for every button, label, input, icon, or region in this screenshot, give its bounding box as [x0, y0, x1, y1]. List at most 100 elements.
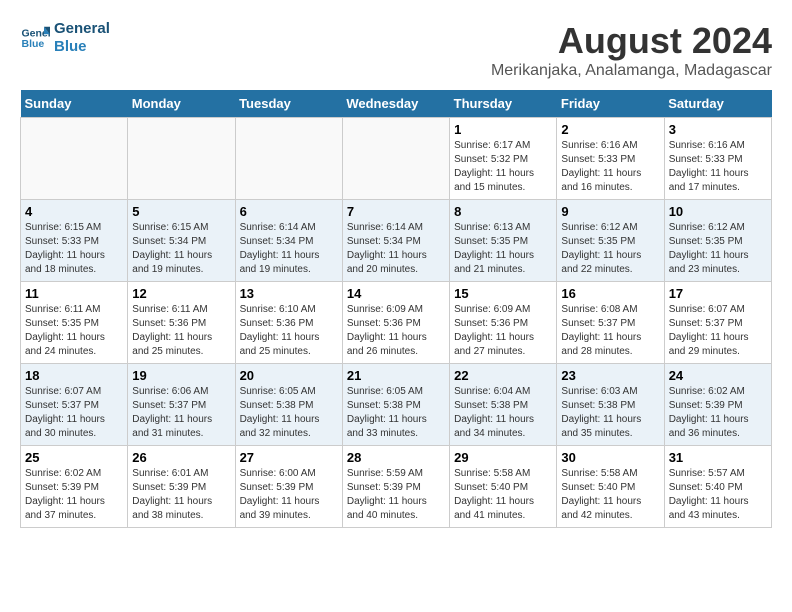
- calendar-cell: 27 Sunrise: 6:00 AM Sunset: 5:39 PM Dayli…: [235, 446, 342, 528]
- day-info: Sunrise: 6:09 AM Sunset: 5:36 PM Dayligh…: [454, 303, 552, 359]
- day-number: 28: [347, 450, 445, 465]
- day-number: 10: [669, 204, 767, 219]
- logo-text-line2: Blue: [54, 38, 110, 56]
- day-info: Sunrise: 6:01 AM Sunset: 5:39 PM Dayligh…: [132, 467, 230, 523]
- day-info: Sunrise: 6:11 AM Sunset: 5:36 PM Dayligh…: [132, 303, 230, 359]
- day-info: Sunrise: 6:05 AM Sunset: 5:38 PM Dayligh…: [240, 385, 338, 441]
- week-row-5: 25 Sunrise: 6:02 AM Sunset: 5:39 PM Dayli…: [21, 446, 772, 528]
- day-info: Sunrise: 6:08 AM Sunset: 5:37 PM Dayligh…: [561, 303, 659, 359]
- day-info: Sunrise: 6:06 AM Sunset: 5:37 PM Dayligh…: [132, 385, 230, 441]
- dow-header-friday: Friday: [557, 90, 664, 118]
- calendar-cell: [128, 118, 235, 200]
- calendar-body: 1Sunrise: 6:17 AM Sunset: 5:32 PM Daylig…: [21, 118, 772, 528]
- calendar-table: SundayMondayTuesdayWednesdayThursdayFrid…: [20, 90, 772, 528]
- calendar-cell: 17Sunrise: 6:07 AM Sunset: 5:37 PM Dayli…: [664, 282, 771, 364]
- day-info: Sunrise: 6:10 AM Sunset: 5:36 PM Dayligh…: [240, 303, 338, 359]
- day-number: 22: [454, 368, 552, 383]
- calendar-cell: 6Sunrise: 6:14 AM Sunset: 5:34 PM Daylig…: [235, 200, 342, 282]
- svg-text:Blue: Blue: [22, 38, 45, 50]
- day-info: Sunrise: 5:59 AM Sunset: 5:39 PM Dayligh…: [347, 467, 445, 523]
- day-info: Sunrise: 6:05 AM Sunset: 5:38 PM Dayligh…: [347, 385, 445, 441]
- day-number: 20: [240, 368, 338, 383]
- day-number: 9: [561, 204, 659, 219]
- day-number: 21: [347, 368, 445, 383]
- day-number: 27: [240, 450, 338, 465]
- logo-icon: General Blue: [20, 23, 50, 53]
- week-row-4: 18Sunrise: 6:07 AM Sunset: 5:37 PM Dayli…: [21, 364, 772, 446]
- calendar-cell: 23 Sunrise: 6:03 AM Sunset: 5:38 PM Dayli…: [557, 364, 664, 446]
- day-info: Sunrise: 6:07 AM Sunset: 5:37 PM Dayligh…: [25, 385, 123, 441]
- day-info: Sunrise: 6:07 AM Sunset: 5:37 PM Dayligh…: [669, 303, 767, 359]
- day-number: 25: [25, 450, 123, 465]
- calendar-cell: 30Sunrise: 5:58 AM Sunset: 5:40 PM Dayli…: [557, 446, 664, 528]
- day-info: Sunrise: 6:00 AM Sunset: 5:39 PM Dayligh…: [240, 467, 338, 523]
- calendar-cell: 28 Sunrise: 5:59 AM Sunset: 5:39 PM Dayli…: [342, 446, 449, 528]
- calendar-cell: 20 Sunrise: 6:05 AM Sunset: 5:38 PM Dayli…: [235, 364, 342, 446]
- day-info: Sunrise: 6:14 AM Sunset: 5:34 PM Dayligh…: [347, 221, 445, 277]
- day-info: Sunrise: 6:12 AM Sunset: 5:35 PM Dayligh…: [669, 221, 767, 277]
- dow-header-wednesday: Wednesday: [342, 90, 449, 118]
- week-row-2: 4Sunrise: 6:15 AM Sunset: 5:33 PM Daylig…: [21, 200, 772, 282]
- calendar-cell: 29 Sunrise: 5:58 AM Sunset: 5:40 PM Dayli…: [450, 446, 557, 528]
- day-number: 19: [132, 368, 230, 383]
- calendar-cell: 22 Sunrise: 6:04 AM Sunset: 5:38 PM Dayli…: [450, 364, 557, 446]
- day-info: Sunrise: 6:11 AM Sunset: 5:35 PM Dayligh…: [25, 303, 123, 359]
- day-info: Sunrise: 6:16 AM Sunset: 5:33 PM Dayligh…: [669, 139, 767, 195]
- day-number: 6: [240, 204, 338, 219]
- calendar-cell: 16 Sunrise: 6:08 AM Sunset: 5:37 PM Dayli…: [557, 282, 664, 364]
- day-info: Sunrise: 6:12 AM Sunset: 5:35 PM Dayligh…: [561, 221, 659, 277]
- day-number: 14: [347, 286, 445, 301]
- day-number: 13: [240, 286, 338, 301]
- day-number: 24: [669, 368, 767, 383]
- calendar-cell: [235, 118, 342, 200]
- calendar-cell: 3Sunrise: 6:16 AM Sunset: 5:33 PM Daylig…: [664, 118, 771, 200]
- day-info: Sunrise: 6:02 AM Sunset: 5:39 PM Dayligh…: [25, 467, 123, 523]
- calendar-cell: 31Sunrise: 5:57 AM Sunset: 5:40 PM Dayli…: [664, 446, 771, 528]
- day-number: 4: [25, 204, 123, 219]
- page-header: General Blue General Blue August 2024 Me…: [20, 20, 772, 80]
- day-number: 5: [132, 204, 230, 219]
- calendar-cell: 10 Sunrise: 6:12 AM Sunset: 5:35 PM Dayli…: [664, 200, 771, 282]
- calendar-cell: 19 Sunrise: 6:06 AM Sunset: 5:37 PM Dayli…: [128, 364, 235, 446]
- day-number: 30: [561, 450, 659, 465]
- calendar-cell: 7 Sunrise: 6:14 AM Sunset: 5:34 PM Daylig…: [342, 200, 449, 282]
- calendar-cell: 15 Sunrise: 6:09 AM Sunset: 5:36 PM Dayli…: [450, 282, 557, 364]
- day-number: 2: [561, 122, 659, 137]
- week-row-3: 11 Sunrise: 6:11 AM Sunset: 5:35 PM Dayli…: [21, 282, 772, 364]
- day-number: 8: [454, 204, 552, 219]
- day-info: Sunrise: 6:17 AM Sunset: 5:32 PM Dayligh…: [454, 139, 552, 195]
- calendar-cell: 8 Sunrise: 6:13 AM Sunset: 5:35 PM Daylig…: [450, 200, 557, 282]
- day-info: Sunrise: 6:04 AM Sunset: 5:38 PM Dayligh…: [454, 385, 552, 441]
- dow-header-tuesday: Tuesday: [235, 90, 342, 118]
- logo-text-line1: General: [54, 20, 110, 38]
- calendar-cell: 2Sunrise: 6:16 AM Sunset: 5:33 PM Daylig…: [557, 118, 664, 200]
- subtitle: Merikanjaka, Analamanga, Madagascar: [491, 62, 772, 80]
- day-number: 26: [132, 450, 230, 465]
- calendar-cell: 11 Sunrise: 6:11 AM Sunset: 5:35 PM Dayli…: [21, 282, 128, 364]
- calendar-cell: 13 Sunrise: 6:10 AM Sunset: 5:36 PM Dayli…: [235, 282, 342, 364]
- calendar-cell: 25 Sunrise: 6:02 AM Sunset: 5:39 PM Dayli…: [21, 446, 128, 528]
- day-info: Sunrise: 5:58 AM Sunset: 5:40 PM Dayligh…: [454, 467, 552, 523]
- calendar-cell: 18Sunrise: 6:07 AM Sunset: 5:37 PM Dayli…: [21, 364, 128, 446]
- day-info: Sunrise: 6:15 AM Sunset: 5:34 PM Dayligh…: [132, 221, 230, 277]
- day-info: Sunrise: 6:02 AM Sunset: 5:39 PM Dayligh…: [669, 385, 767, 441]
- dow-header-monday: Monday: [128, 90, 235, 118]
- dow-header-sunday: Sunday: [21, 90, 128, 118]
- day-number: 12: [132, 286, 230, 301]
- day-info: Sunrise: 6:03 AM Sunset: 5:38 PM Dayligh…: [561, 385, 659, 441]
- week-row-1: 1Sunrise: 6:17 AM Sunset: 5:32 PM Daylig…: [21, 118, 772, 200]
- day-number: 29: [454, 450, 552, 465]
- day-info: Sunrise: 6:13 AM Sunset: 5:35 PM Dayligh…: [454, 221, 552, 277]
- logo: General Blue General Blue: [20, 20, 110, 56]
- calendar-cell: 5 Sunrise: 6:15 AM Sunset: 5:34 PM Daylig…: [128, 200, 235, 282]
- calendar-cell: 1Sunrise: 6:17 AM Sunset: 5:32 PM Daylig…: [450, 118, 557, 200]
- day-info: Sunrise: 6:09 AM Sunset: 5:36 PM Dayligh…: [347, 303, 445, 359]
- day-number: 15: [454, 286, 552, 301]
- day-number: 23: [561, 368, 659, 383]
- main-title: August 2024: [491, 20, 772, 62]
- calendar-cell: 14 Sunrise: 6:09 AM Sunset: 5:36 PM Dayli…: [342, 282, 449, 364]
- day-number: 7: [347, 204, 445, 219]
- day-number: 16: [561, 286, 659, 301]
- day-number: 11: [25, 286, 123, 301]
- calendar-cell: 12 Sunrise: 6:11 AM Sunset: 5:36 PM Dayli…: [128, 282, 235, 364]
